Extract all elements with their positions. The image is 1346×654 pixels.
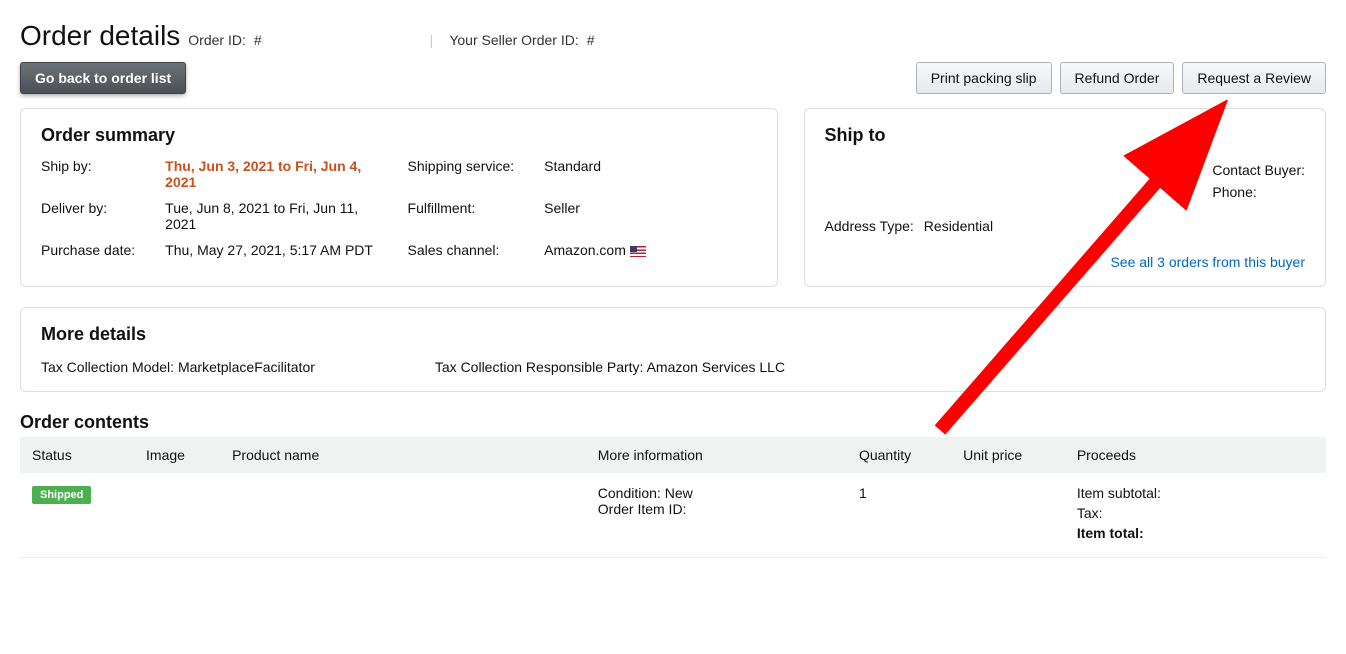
order-id-label: Order ID:	[188, 32, 246, 48]
purchase-date-label: Purchase date:	[41, 242, 135, 258]
col-status: Status	[20, 437, 134, 473]
request-review-button[interactable]: Request a Review	[1182, 62, 1326, 94]
col-unit-price: Unit price	[951, 437, 1065, 473]
more-details-title: More details	[41, 324, 1305, 345]
tax-party-label: Tax Collection Responsible Party:	[435, 359, 644, 375]
deliver-by-label: Deliver by:	[41, 200, 135, 232]
deliver-by-value: Tue, Jun 8, 2021 to Fri, Jun 11, 2021	[165, 200, 377, 232]
shipping-service-value: Standard	[544, 158, 756, 190]
order-contents-section: Order contents Status Image Product name…	[20, 412, 1326, 558]
order-contents-title: Order contents	[20, 412, 1326, 433]
ship-to-panel: Ship to Address Type: Residential Contac…	[804, 108, 1326, 287]
cell-product-name	[220, 473, 586, 558]
address-type-value: Residential	[924, 218, 993, 234]
col-proceeds: Proceeds	[1065, 437, 1326, 473]
tax-model-label: Tax Collection Model:	[41, 359, 174, 375]
divider: |	[430, 32, 434, 48]
page-title: Order details	[20, 20, 180, 52]
order-summary-title: Order summary	[41, 125, 757, 146]
sales-channel-value: Amazon.com	[544, 242, 756, 258]
item-subtotal-label: Item subtotal:	[1077, 485, 1314, 501]
order-id-value: #	[254, 32, 262, 48]
sales-channel-label: Sales channel:	[408, 242, 515, 258]
cell-unit-price	[951, 473, 1065, 558]
ship-to-title: Ship to	[825, 125, 1305, 146]
order-summary-panel: Order summary Ship by: Thu, Jun 3, 2021 …	[20, 108, 778, 287]
us-flag-icon	[630, 246, 646, 257]
order-contents-table: Status Image Product name More informati…	[20, 437, 1326, 558]
col-quantity: Quantity	[847, 437, 951, 473]
fulfillment-value: Seller	[544, 200, 756, 232]
back-button[interactable]: Go back to order list	[20, 62, 186, 94]
col-product-name: Product name	[220, 437, 586, 473]
status-badge: Shipped	[32, 486, 91, 504]
ship-by-label: Ship by:	[41, 158, 135, 190]
condition-value: New	[665, 485, 693, 501]
tax-party-value: Amazon Services LLC	[647, 359, 786, 375]
more-details-panel: More details Tax Collection Model: Marke…	[20, 307, 1326, 392]
order-item-id-label: Order Item ID:	[598, 501, 687, 517]
print-packing-slip-button[interactable]: Print packing slip	[916, 62, 1052, 94]
address-type-label: Address Type:	[825, 218, 914, 234]
cell-proceeds: Item subtotal: Tax: Item total:	[1065, 473, 1326, 558]
ship-by-value: Thu, Jun 3, 2021 to Fri, Jun 4, 2021	[165, 158, 377, 190]
fulfillment-label: Fulfillment:	[408, 200, 515, 232]
purchase-date-value: Thu, May 27, 2021, 5:17 AM PDT	[165, 242, 377, 258]
cell-more-info: Condition: New Order Item ID:	[586, 473, 847, 558]
col-image: Image	[134, 437, 220, 473]
phone-label: Phone:	[1212, 184, 1305, 200]
tax-label: Tax:	[1077, 505, 1314, 521]
tax-model-value: MarketplaceFacilitator	[178, 359, 315, 375]
condition-label: Condition:	[598, 485, 661, 501]
contact-buyer-label: Contact Buyer:	[1212, 162, 1305, 178]
cell-quantity: 1	[847, 473, 951, 558]
item-total-label: Item total:	[1077, 525, 1314, 541]
seller-order-id-label: Your Seller Order ID:	[449, 32, 578, 48]
see-all-orders-link[interactable]: See all 3 orders from this buyer	[825, 254, 1305, 270]
col-more-info: More information	[586, 437, 847, 473]
shipping-service-label: Shipping service:	[408, 158, 515, 190]
seller-order-id-value: #	[587, 32, 595, 48]
table-row: Shipped Condition: New Order Item ID: 1	[20, 473, 1326, 558]
cell-image	[134, 473, 220, 558]
refund-order-button[interactable]: Refund Order	[1060, 62, 1175, 94]
